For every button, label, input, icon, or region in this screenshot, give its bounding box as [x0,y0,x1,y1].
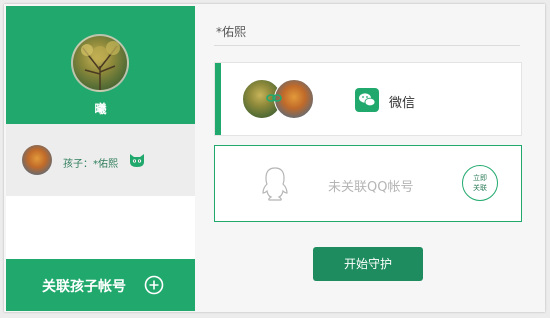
child-avatar [22,145,52,175]
plus-circle-icon [144,275,164,295]
child-title: *佑熙 [216,25,247,39]
selected-indicator [215,63,221,135]
qq-account-card: 未关联QQ帐号 立即 关联 [214,145,522,222]
divider [214,45,520,46]
link-icon [266,94,282,102]
child-label: 孩子：*佑熙 [63,159,118,170]
sidebar: 曦 孩子：*佑熙 关联孩子帐号 [6,6,195,311]
profile-header: 曦 [6,6,195,124]
parent-avatar [71,34,129,92]
link-qq-label-line1: 立即 [473,174,487,182]
link-child-account-button[interactable]: 关联孩子帐号 [6,259,195,311]
tree-photo-avatar-icon [81,41,120,90]
start-protection-button[interactable]: 开始守护 [313,247,423,281]
wechat-account-card[interactable]: 微信 [214,62,522,136]
parent-name: 曦 [94,102,107,116]
cat-face-icon [130,154,144,167]
link-child-account-label: 关联孩子帐号 [42,279,126,295]
link-qq-label-line2: 关联 [473,184,487,192]
link-qq-button[interactable]: 立即 关联 [462,165,498,201]
wechat-label: 微信 [389,96,416,111]
wechat-icon [355,88,379,112]
child-account-row[interactable]: 孩子：*佑熙 [6,124,195,196]
qq-unlinked-label: 未关联QQ帐号 [328,180,414,195]
qq-penguin-icon [262,167,288,201]
